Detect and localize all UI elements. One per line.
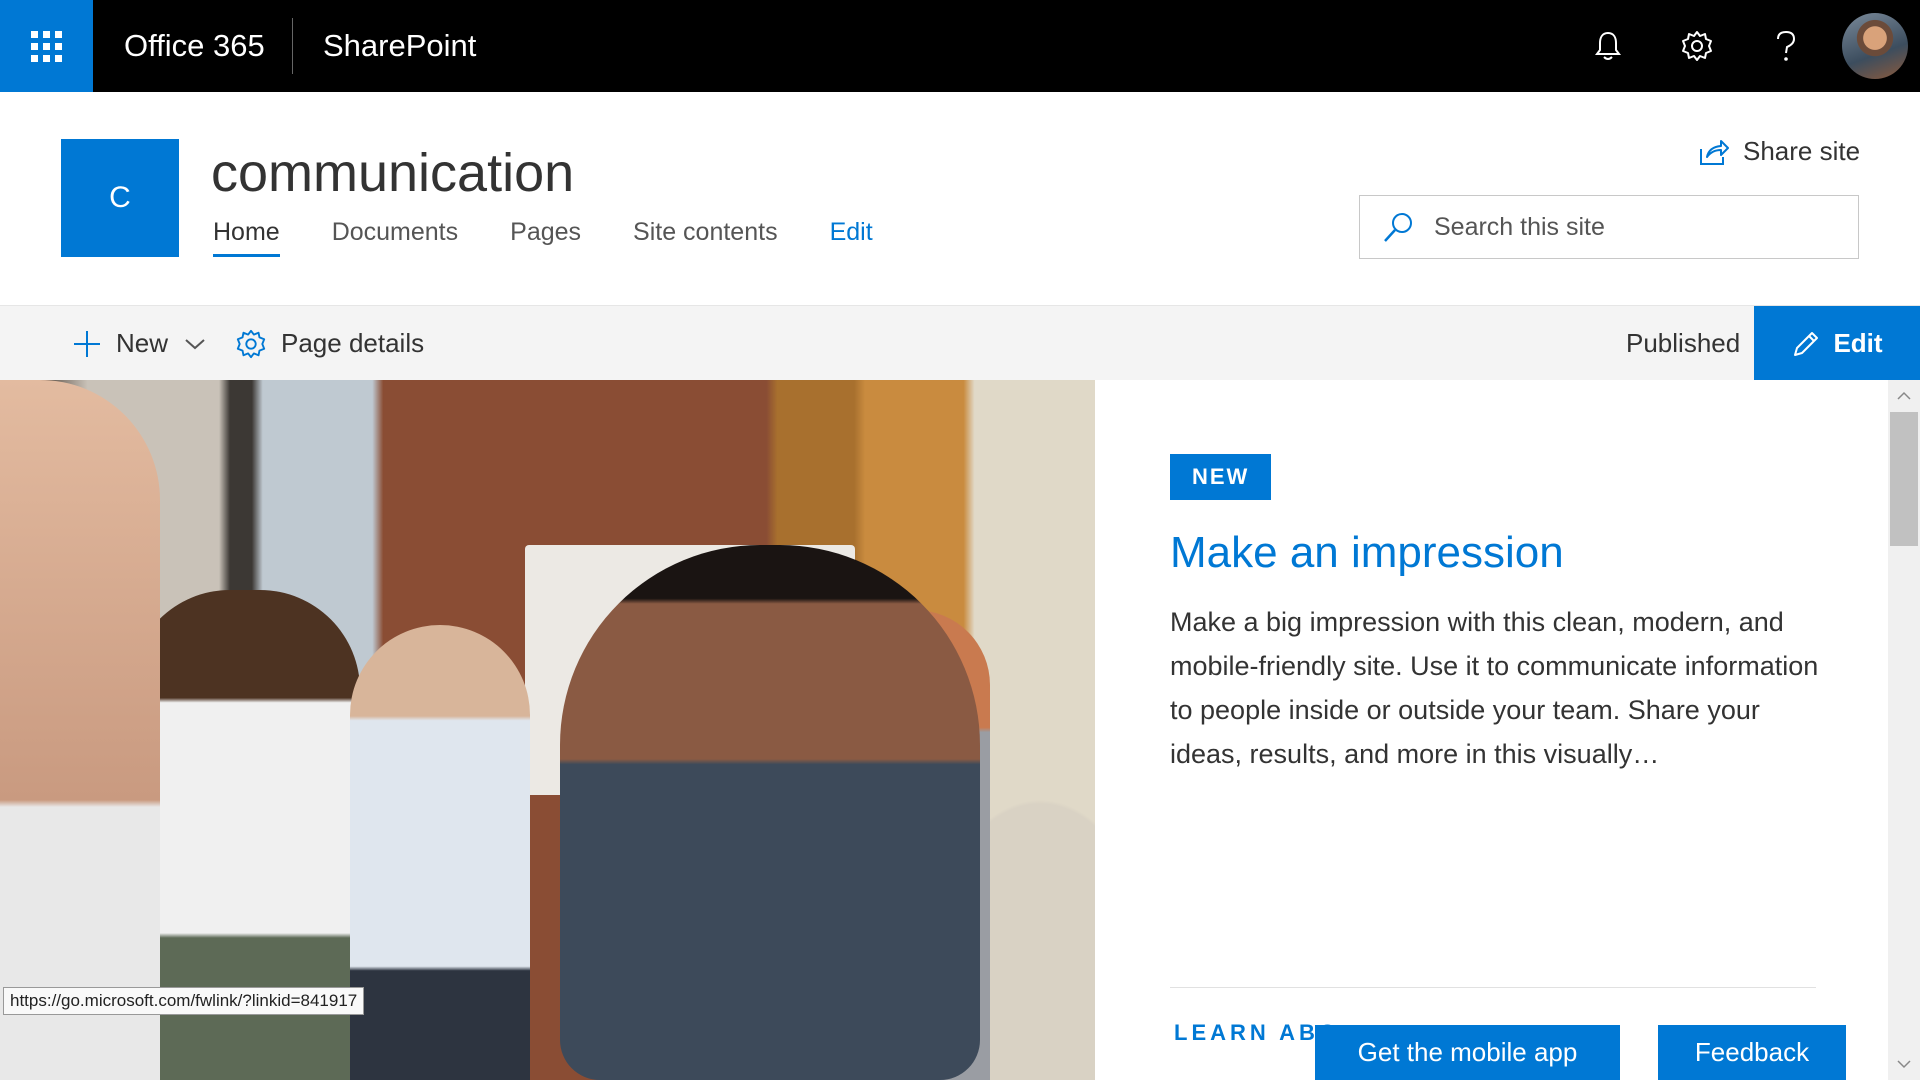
app-launcher-button[interactable] (0, 0, 93, 92)
pencil-icon (1794, 331, 1819, 356)
page-details-label: Page details (281, 328, 425, 358)
gear-icon (236, 329, 266, 358)
site-title[interactable]: communication (211, 142, 574, 204)
new-button[interactable]: New (72, 306, 206, 381)
new-label: New (116, 328, 169, 358)
nav-home[interactable]: Home (213, 218, 280, 257)
scroll-down-button[interactable] (1888, 1048, 1920, 1080)
avatar[interactable] (1842, 13, 1908, 79)
edit-label: Edit (1833, 328, 1883, 358)
hero-content: NEW Make an impression Make a big impres… (1095, 380, 1888, 1080)
site-header: C communication Home Documents Pages Sit… (0, 92, 1920, 305)
chevron-down-icon (1897, 1060, 1911, 1069)
hero-image[interactable] (0, 380, 1095, 1080)
share-icon (1700, 139, 1729, 165)
edit-page-button[interactable]: Edit (1754, 306, 1920, 381)
publish-status: Published (1626, 328, 1741, 358)
share-site-label: Share site (1743, 136, 1861, 166)
nav-site-contents[interactable]: Site contents (633, 218, 778, 257)
waffle-icon (31, 30, 62, 62)
gear-icon (1682, 31, 1712, 61)
suite-bar: Office 365 SharePoint (0, 0, 1920, 92)
site-search-box[interactable] (1359, 195, 1859, 259)
nav-pages[interactable]: Pages (510, 218, 581, 257)
help-button[interactable] (1760, 20, 1812, 72)
status-url-tooltip: https://go.microsoft.com/fwlink/?linkid=… (3, 987, 365, 1015)
vertical-scrollbar[interactable] (1888, 380, 1920, 1080)
share-site-button[interactable]: Share site (1697, 136, 1860, 167)
help-icon (1777, 30, 1796, 61)
settings-button[interactable] (1671, 20, 1723, 72)
divider (1170, 987, 1816, 988)
notifications-button[interactable] (1582, 20, 1634, 72)
nav-edit-link[interactable]: Edit (830, 218, 873, 257)
chevron-up-icon (1897, 391, 1911, 400)
search-icon (1382, 210, 1416, 244)
search-input[interactable] (1432, 211, 1826, 243)
new-badge: NEW (1170, 454, 1272, 500)
nav-documents[interactable]: Documents (332, 218, 458, 257)
command-bar: New Page details Published Edit (0, 305, 1920, 381)
plus-icon (74, 330, 100, 357)
site-navigation: Home Documents Pages Site contents Edit (213, 218, 925, 257)
chevron-down-icon (185, 338, 205, 349)
scroll-up-button[interactable] (1888, 380, 1920, 412)
suite-divider (292, 18, 293, 74)
hero-heading[interactable]: Make an impression (1170, 528, 1564, 578)
get-mobile-app-button[interactable]: Get the mobile app (1315, 1025, 1620, 1080)
page-details-button[interactable]: Page details (235, 306, 424, 381)
bell-icon (1595, 31, 1621, 60)
site-logo[interactable]: C (61, 139, 179, 257)
office365-link[interactable]: Office 365 (124, 0, 265, 92)
feedback-button[interactable]: Feedback (1658, 1025, 1846, 1080)
scroll-thumb[interactable] (1890, 412, 1918, 546)
sharepoint-link[interactable]: SharePoint (323, 0, 476, 92)
hero-description: Make a big impression with this clean, m… (1170, 607, 1819, 769)
